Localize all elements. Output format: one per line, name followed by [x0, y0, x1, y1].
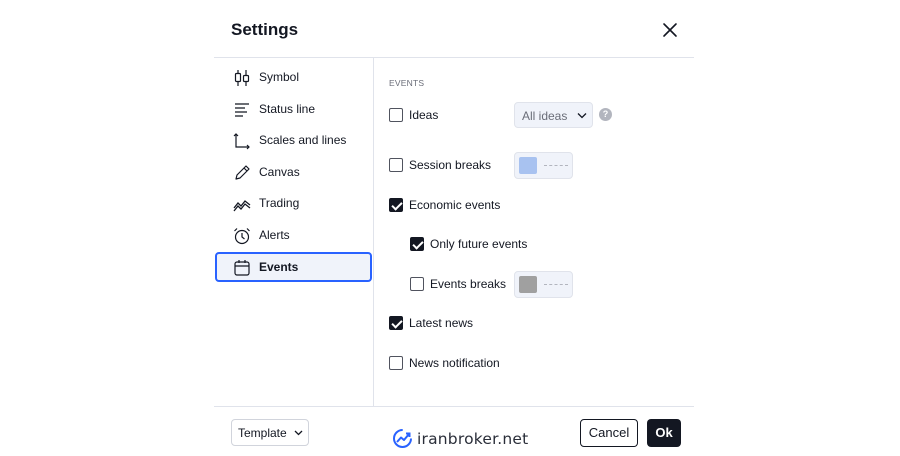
status-line-icon: [235, 103, 249, 117]
footer-divider: [214, 406, 694, 407]
line-style-dashed-icon: [544, 165, 568, 166]
ideas-checkbox-row[interactable]: Ideas: [389, 108, 438, 122]
latest-news-checkbox[interactable]: [389, 316, 403, 330]
events-breaks-label: Events breaks: [430, 277, 507, 291]
economic-events-label: Economic events: [409, 198, 501, 212]
sidebar-item-symbol[interactable]: Symbol: [215, 62, 372, 92]
header-divider: [214, 57, 694, 58]
events-breaks-color-swatch: [519, 276, 537, 293]
economic-events-checkbox[interactable]: [389, 198, 403, 212]
news-notification-checkbox-row[interactable]: News notification: [389, 356, 500, 370]
section-title-events: EVENTS: [389, 78, 425, 88]
only-future-events-checkbox[interactable]: [410, 237, 424, 251]
sidebar-item-canvas[interactable]: Canvas: [215, 157, 372, 187]
template-dropdown[interactable]: Template: [231, 419, 309, 446]
pencil-icon: [235, 165, 250, 180]
events-breaks-checkbox-row[interactable]: Events breaks: [410, 277, 506, 291]
sidebar-item-label: Scales and lines: [259, 133, 347, 147]
sidebar-item-label: Status line: [259, 102, 316, 116]
line-style-dashed-icon: [544, 284, 568, 285]
only-future-events-label: Only future events: [430, 237, 528, 251]
news-notification-checkbox[interactable]: [389, 356, 403, 370]
alarm-clock-icon: [234, 228, 250, 245]
brand-name: iranbroker.net: [417, 429, 529, 448]
sidebar-divider: [373, 58, 374, 406]
ideas-filter-value: All ideas: [522, 109, 568, 123]
latest-news-label: Latest news: [409, 316, 474, 330]
ok-button[interactable]: Ok: [647, 419, 681, 447]
sidebar-item-label: Trading: [259, 196, 300, 210]
sidebar-item-events[interactable]: Events: [215, 252, 372, 282]
scales-icon: [233, 133, 250, 150]
sidebar-item-label: Alerts: [259, 228, 290, 242]
events-breaks-checkbox[interactable]: [410, 277, 424, 291]
sidebar-item-alerts[interactable]: Alerts: [215, 220, 372, 250]
ideas-label: Ideas: [409, 108, 439, 122]
latest-news-checkbox-row[interactable]: Latest news: [389, 316, 473, 330]
sidebar-item-trading[interactable]: Trading: [215, 188, 372, 218]
ideas-filter-select[interactable]: All ideas: [514, 102, 593, 128]
news-notification-label: News notification: [409, 356, 500, 370]
session-breaks-color-swatch: [519, 157, 537, 174]
close-button[interactable]: [660, 20, 680, 40]
close-icon: [663, 23, 677, 37]
chevron-down-icon: [294, 430, 303, 436]
dialog-title: Settings: [231, 20, 299, 39]
chevron-down-icon: [577, 113, 587, 119]
help-icon[interactable]: ?: [599, 108, 612, 121]
trading-icon: [233, 200, 251, 212]
settings-dialog: Settings Symbol Status line Scales and l…: [214, 0, 694, 456]
sidebar-item-label: Canvas: [259, 165, 300, 179]
economic-events-checkbox-row[interactable]: Economic events: [389, 198, 500, 212]
candlestick-icon: [234, 70, 250, 86]
events-breaks-style-button[interactable]: [514, 271, 573, 298]
sidebar-item-status-line[interactable]: Status line: [215, 94, 372, 124]
session-breaks-label: Session breaks: [409, 158, 492, 172]
session-breaks-checkbox-row[interactable]: Session breaks: [389, 158, 491, 172]
template-label: Template: [238, 426, 287, 440]
sidebar-item-scales-and-lines[interactable]: Scales and lines: [215, 125, 372, 155]
brand-watermark: iranbroker.net: [392, 428, 528, 449]
session-breaks-checkbox[interactable]: [389, 158, 403, 172]
sidebar-item-label: Events: [259, 260, 299, 274]
cancel-button[interactable]: Cancel: [580, 419, 638, 447]
ideas-checkbox[interactable]: [389, 108, 403, 122]
session-breaks-style-button[interactable]: [514, 152, 573, 179]
sidebar-item-label: Symbol: [259, 70, 300, 84]
only-future-events-checkbox-row[interactable]: Only future events: [410, 237, 527, 251]
calendar-icon: [234, 260, 250, 276]
brand-logo-icon: [393, 429, 412, 448]
